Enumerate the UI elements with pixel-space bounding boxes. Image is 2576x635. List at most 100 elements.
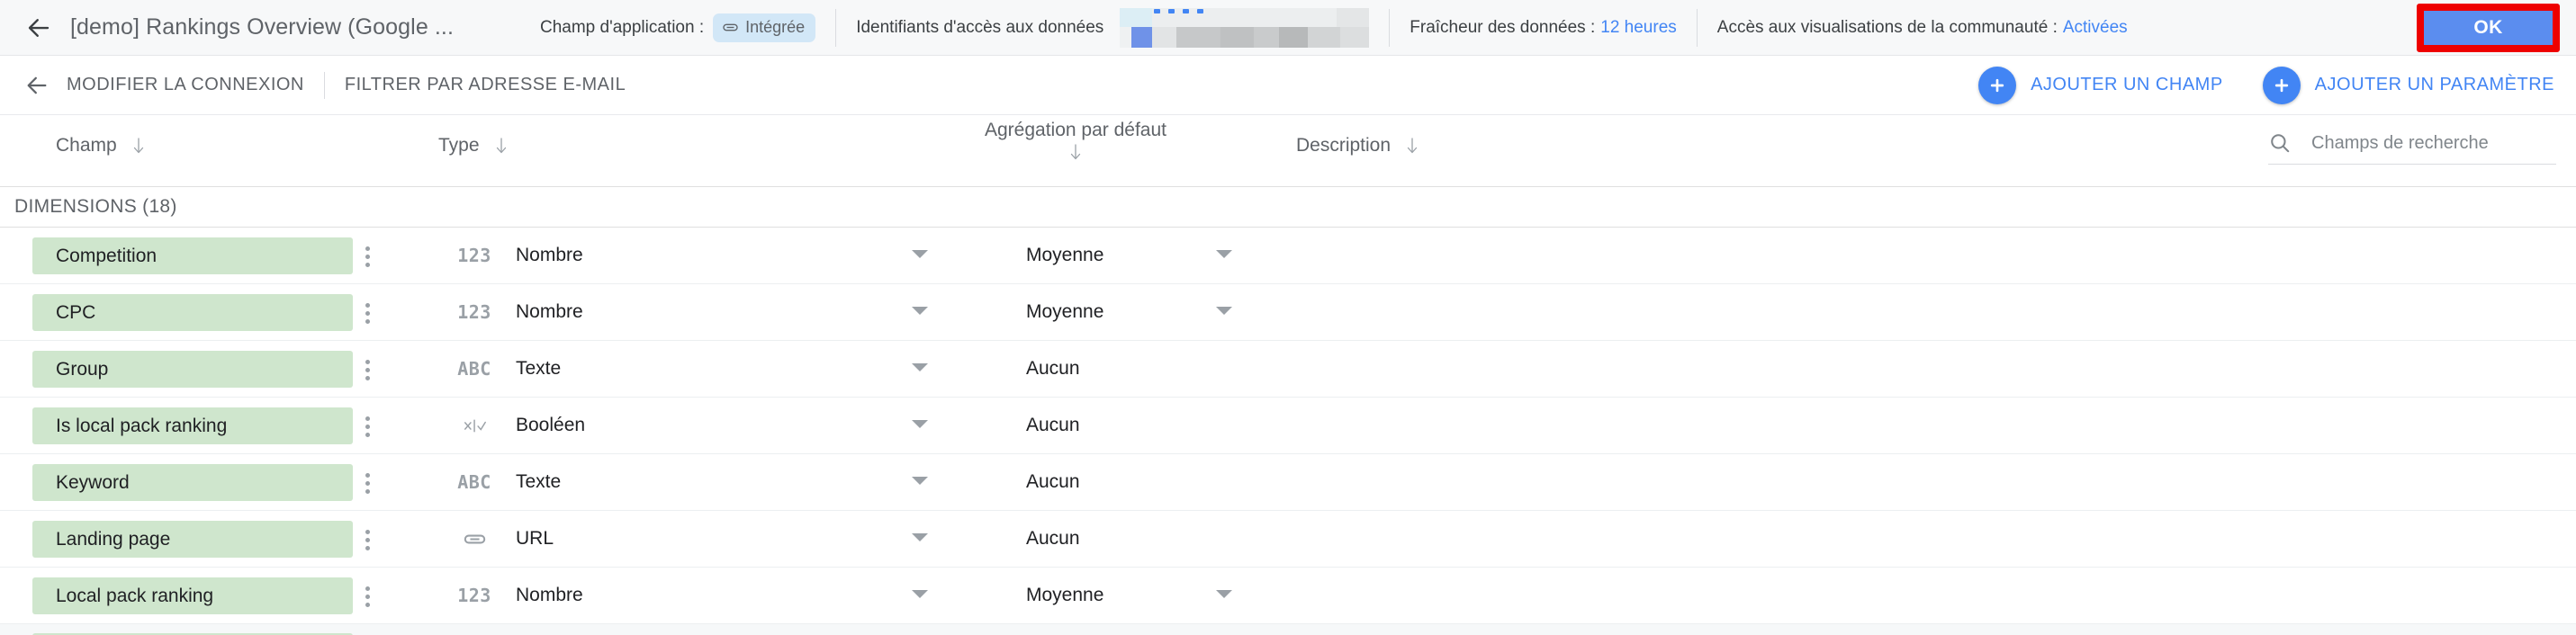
arrow-down-icon (494, 137, 509, 155)
aggregation-dropdown[interactable] (1216, 307, 1232, 315)
kebab-menu-icon[interactable] (353, 525, 382, 554)
divider (1696, 8, 1698, 47)
credentials-redacted-value (1120, 7, 1370, 48)
field-type-label: URL (516, 528, 554, 549)
field-name-chip[interactable]: Landing page (32, 521, 353, 558)
aggregation-label: Moyenne (1026, 245, 1104, 265)
kebab-menu-icon[interactable] (353, 582, 382, 611)
add-field-label: AJOUTER UN CHAMP (2031, 75, 2223, 94)
scope-badge-label: Intégrée (745, 17, 806, 36)
number-icon: 123 (457, 301, 491, 323)
add-field-button[interactable]: AJOUTER UN CHAMP (1978, 66, 2223, 104)
table-row: Is local pack ranking Booléen Aucun (0, 398, 2576, 454)
table-row (0, 624, 2576, 635)
aggregation-label: Moyenne (1026, 301, 1104, 322)
edit-toolbar: MODIFIER LA CONNEXION FILTRER PAR ADRESS… (0, 56, 2576, 115)
url-icon (463, 527, 487, 551)
aggregation-label: Moyenne (1026, 585, 1104, 605)
chevron-down-icon (912, 420, 928, 428)
number-icon: 123 (457, 585, 491, 606)
field-name-chip[interactable]: Competition (32, 237, 353, 274)
subbar-back-button[interactable] (23, 72, 50, 99)
column-header-description[interactable]: Description (1296, 135, 1419, 157)
table-row: Landing page URL Aucun (0, 511, 2576, 568)
field-type-label: Nombre (516, 245, 583, 265)
chevron-down-icon (912, 477, 928, 485)
add-parameter-label: AJOUTER UN PARAMÈTRE (2314, 75, 2554, 94)
kebab-menu-icon[interactable] (353, 469, 382, 497)
kebab-menu-icon[interactable] (353, 299, 382, 327)
chevron-down-icon (912, 363, 928, 371)
field-type-icon: 123 (450, 584, 499, 607)
back-button[interactable] (23, 13, 54, 43)
divider (835, 8, 837, 47)
table-row: Keyword ABC Texte Aucun (0, 454, 2576, 511)
freshness-value[interactable]: 12 heures (1600, 18, 1677, 38)
scope-label: Champ d'application : (540, 17, 705, 37)
column-header-aggregation[interactable]: Agrégation par défaut (985, 120, 1166, 161)
chevron-down-icon (1216, 590, 1232, 598)
aggregation-label: Aucun (1026, 528, 1080, 549)
chevron-down-icon (912, 250, 928, 258)
search-fields-box[interactable] (2268, 131, 2556, 165)
kebab-menu-icon[interactable] (353, 412, 382, 441)
filter-by-email-button[interactable]: FILTRER PAR ADRESSE E-MAIL (345, 75, 626, 95)
kebab-menu-icon[interactable] (353, 355, 382, 384)
table-row: Competition 123 Nombre Moyenne (0, 228, 2576, 284)
divider (1389, 8, 1391, 47)
edit-connection-button[interactable]: MODIFIER LA CONNEXION (67, 75, 304, 95)
plus-icon (2262, 66, 2301, 104)
scope-section: Champ d'application : Intégrée (540, 13, 816, 42)
field-name-chip[interactable]: Is local pack ranking (32, 407, 353, 444)
field-type-dropdown[interactable] (912, 363, 928, 371)
fields-table-header: Champ Type Agrégation par défaut Descrip… (0, 115, 2576, 316)
column-header-champ-label: Champ (56, 135, 117, 156)
aggregation-dropdown[interactable] (1216, 590, 1232, 598)
field-type-dropdown[interactable] (912, 477, 928, 485)
chevron-down-icon (912, 533, 928, 541)
community-viz-label: Accès aux visualisations de la communaut… (1716, 17, 2058, 37)
field-type-dropdown[interactable] (912, 307, 928, 315)
arrow-down-icon (1405, 137, 1419, 155)
community-viz-section: Accès aux visualisations de la communaut… (1717, 18, 2128, 38)
column-header-type-label: Type (438, 135, 480, 156)
table-row: Group ABC Texte Aucun (0, 341, 2576, 398)
field-type-icon (450, 527, 499, 550)
scope-badge[interactable]: Intégrée (713, 13, 816, 42)
aggregation-dropdown[interactable] (1216, 250, 1232, 258)
field-name-chip[interactable]: CPC (32, 294, 353, 331)
chevron-down-icon (1216, 250, 1232, 258)
ok-button[interactable]: OK (2424, 11, 2553, 45)
field-type-icon: 123 (450, 300, 499, 324)
field-type-label: Booléen (516, 415, 586, 435)
chevron-down-icon (912, 307, 928, 315)
column-header-champ[interactable]: Champ (56, 135, 146, 157)
boolean-icon (463, 414, 487, 438)
add-parameter-button[interactable]: AJOUTER UN PARAMÈTRE (2262, 66, 2554, 104)
chevron-down-icon (912, 590, 928, 598)
field-type-dropdown[interactable] (912, 420, 928, 428)
field-type-label: Nombre (516, 585, 583, 605)
arrow-left-icon (25, 14, 52, 41)
text-icon: ABC (457, 358, 491, 380)
column-header-type[interactable]: Type (438, 135, 509, 157)
field-name-chip[interactable]: Keyword (32, 464, 353, 501)
link-chip-icon (722, 19, 739, 36)
search-icon (2268, 131, 2292, 155)
field-type-icon: 123 (450, 244, 499, 267)
number-icon: 123 (457, 245, 491, 266)
kebab-menu-icon[interactable] (353, 242, 382, 271)
field-type-dropdown[interactable] (912, 533, 928, 541)
credentials-label: Identifiants d'accès aux données (856, 17, 1104, 37)
aggregation-label: Aucun (1026, 415, 1080, 435)
plus-icon (1978, 66, 2017, 104)
community-viz-value[interactable]: Activées (2063, 18, 2128, 38)
field-name-chip[interactable]: Local pack ranking (32, 577, 353, 614)
arrow-down-icon (1068, 143, 1083, 161)
field-type-label: Texte (516, 471, 562, 492)
field-type-dropdown[interactable] (912, 250, 928, 258)
search-input[interactable] (2311, 132, 2556, 154)
field-type-dropdown[interactable] (912, 590, 928, 598)
aggregation-label: Aucun (1026, 358, 1080, 379)
field-name-chip[interactable]: Group (32, 351, 353, 388)
